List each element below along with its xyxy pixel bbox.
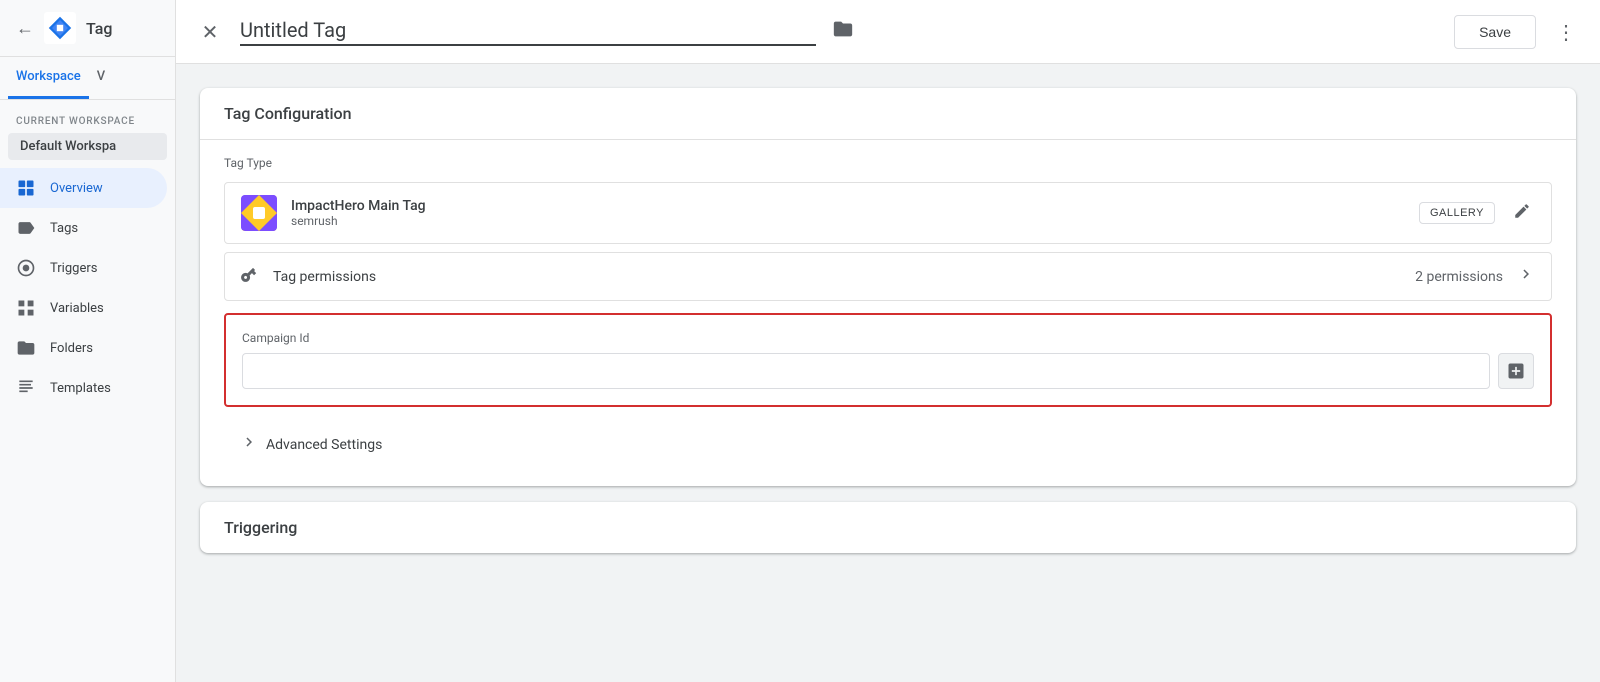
dialog-content: Tag Configuration Tag Type (176, 64, 1600, 682)
sidebar-tabs: Workspace V (0, 57, 175, 100)
sidebar-item-overview[interactable]: Overview (0, 168, 167, 208)
triggering-header: Triggering (200, 502, 1576, 553)
tag-config-body: Tag Type ImpactHero Main Tag (200, 140, 1576, 486)
more-options-button[interactable]: ⋮ (1548, 12, 1584, 52)
tag-config-title: Tag Configuration (224, 104, 352, 123)
sidebar-item-triggers[interactable]: Triggers (0, 248, 167, 288)
dialog-title[interactable]: Untitled Tag (240, 18, 816, 46)
main-area: ✕ Untitled Tag Save ⋮ Tag Configuration … (176, 0, 1600, 682)
add-variable-button[interactable] (1498, 353, 1534, 389)
tag-config-header: Tag Configuration (200, 88, 1576, 140)
sidebar-item-templates-label: Templates (50, 381, 111, 396)
edit-tag-button[interactable] (1509, 198, 1535, 229)
sidebar-item-tags[interactable]: Tags (0, 208, 167, 248)
campaign-id-input[interactable] (242, 353, 1490, 389)
tag-configuration-card: Tag Configuration Tag Type (200, 88, 1576, 486)
sidebar-item-variables-label: Variables (50, 301, 104, 316)
gtm-logo (44, 12, 76, 44)
save-button[interactable]: Save (1454, 15, 1536, 49)
permissions-count: 2 permissions (1415, 269, 1503, 285)
triggering-title: Triggering (224, 518, 297, 537)
campaign-id-section: Campaign Id (224, 313, 1552, 407)
workspace-name[interactable]: Default Workspa (8, 133, 167, 160)
campaign-id-label: Campaign Id (242, 331, 1534, 345)
sidebar-item-tags-label: Tags (50, 221, 78, 236)
sidebar-item-overview-label: Overview (50, 181, 103, 196)
folders-icon (16, 338, 36, 358)
permissions-chevron-icon (1517, 265, 1535, 288)
sidebar-item-folders[interactable]: Folders (0, 328, 167, 368)
tab-workspace[interactable]: Workspace (8, 57, 89, 99)
tab-versions[interactable]: V (89, 57, 113, 99)
sidebar: ← Tag Workspace V CURRENT WORKSPACE Defa… (0, 0, 176, 682)
close-button[interactable]: ✕ (192, 14, 228, 50)
folder-button[interactable] (832, 18, 854, 45)
workspace-label: CURRENT WORKSPACE (0, 100, 175, 133)
sidebar-item-templates[interactable]: Templates (0, 368, 167, 408)
gallery-button[interactable]: GALLERY (1419, 202, 1495, 224)
tags-icon (16, 218, 36, 238)
tag-vendor: semrush (291, 214, 1405, 228)
variables-icon (16, 298, 36, 318)
permissions-label: Tag permissions (273, 269, 1401, 285)
tag-type-icon (241, 195, 277, 231)
advanced-chevron-icon (240, 433, 258, 456)
sidebar-item-variables[interactable]: Variables (0, 288, 167, 328)
back-button[interactable]: ← (16, 18, 34, 39)
templates-icon (16, 378, 36, 398)
key-icon (236, 262, 265, 291)
sidebar-item-folders-label: Folders (50, 341, 93, 356)
tag-info: ImpactHero Main Tag semrush (291, 198, 1405, 228)
overview-icon (16, 178, 36, 198)
sidebar-nav: Overview Tags Triggers Variables Folders (0, 168, 175, 682)
triggers-icon (16, 258, 36, 278)
triggering-card: Triggering (200, 502, 1576, 553)
tag-name: ImpactHero Main Tag (291, 198, 1405, 214)
dialog-header: ✕ Untitled Tag Save ⋮ (176, 0, 1600, 64)
advanced-settings-row[interactable]: Advanced Settings (224, 419, 1552, 470)
tag-type-label: Tag Type (224, 156, 1552, 170)
sidebar-header: ← Tag (0, 0, 175, 57)
app-title: Tag (86, 19, 112, 38)
advanced-settings-label: Advanced Settings (266, 437, 382, 453)
tag-type-row[interactable]: ImpactHero Main Tag semrush GALLERY (224, 182, 1552, 244)
permissions-row[interactable]: Tag permissions 2 permissions (224, 252, 1552, 301)
campaign-input-row (242, 353, 1534, 389)
sidebar-item-triggers-label: Triggers (50, 261, 97, 276)
